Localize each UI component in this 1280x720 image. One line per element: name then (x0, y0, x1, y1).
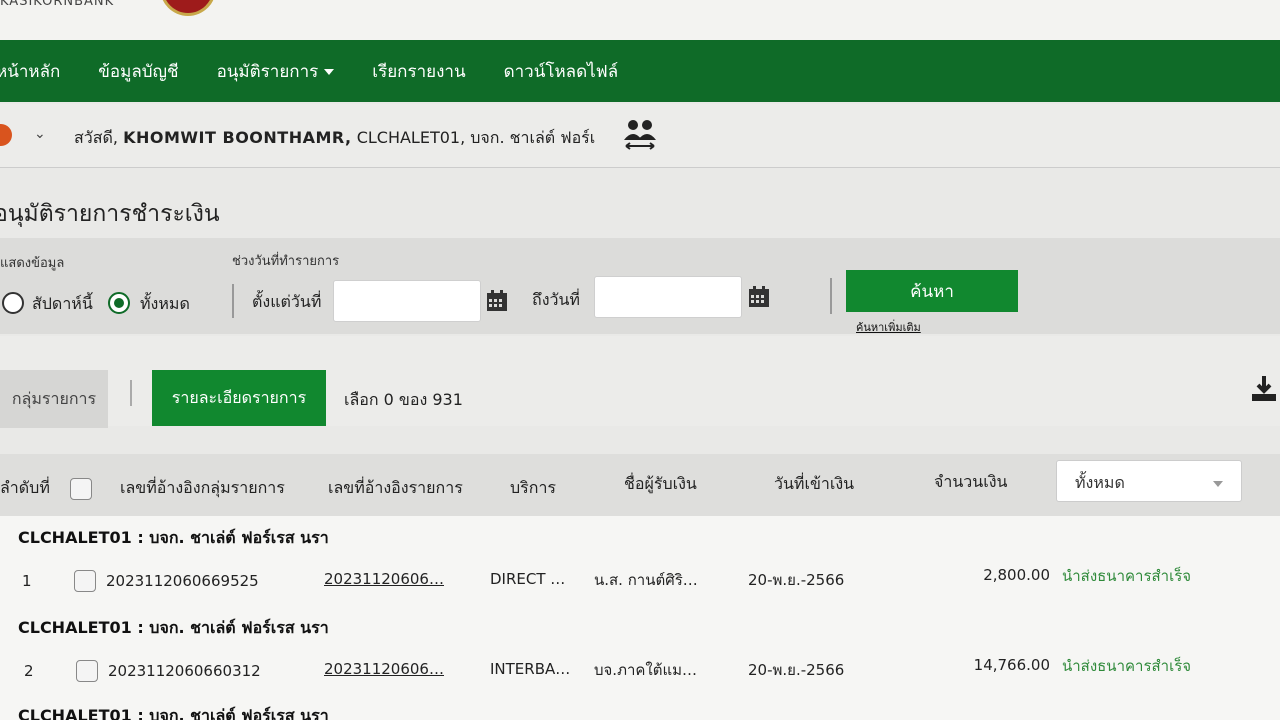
show-label: แสดงข้อมูล (0, 256, 65, 271)
row-seq: 2 (24, 662, 34, 680)
row-checkbox[interactable] (74, 570, 96, 592)
row-checkbox[interactable] (76, 660, 98, 682)
caret-down-icon (324, 68, 335, 75)
col-date: วันที่เข้าเงิน (774, 474, 855, 493)
company-name: CLCHALET01, บจก. ชาเล่ต์ ฟอร์เ (356, 128, 596, 147)
tab-group-list[interactable]: กลุ่มรายการ (0, 370, 108, 428)
row-group-ref: 2023112060669525 (106, 572, 259, 590)
user-avatar-icon[interactable] (0, 124, 12, 146)
row-txn-ref-link[interactable]: 20231120606… (324, 570, 444, 588)
to-date-input[interactable] (594, 276, 742, 318)
table-header: ลำดับที่ เลขที่อ้างอิงกลุ่มรายการ เลขที่… (0, 454, 1280, 516)
table-body: CLCHALET01 : บจก. ชาเล่ต์ ฟอร์เรส นรา 1 … (0, 516, 1280, 720)
row-service: INTERBA… (490, 660, 571, 678)
row-txn-ref-link[interactable]: 20231120606… (324, 660, 444, 678)
switch-company-icon[interactable] (622, 118, 658, 152)
top-bar: KASIKORNBANK (0, 0, 1280, 40)
col-service: บริการ (510, 478, 557, 497)
page-title: อนุมัติรายการชำระเงิน (0, 201, 220, 227)
tab-transaction-detail[interactable]: รายละเอียดรายการ (152, 370, 326, 426)
user-bar: ⌄ สวัสดี, KHOMWIT BOONTHAMR, CLCHALET01,… (0, 104, 1280, 168)
nav-reports[interactable]: เรียกรายงาน (372, 58, 465, 85)
radio-this-week-label: สัปดาห์นี้ (32, 294, 93, 313)
group-title: CLCHALET01 : บจก. ชาเล่ต์ ฟอร์เรส นรา (18, 528, 329, 547)
main-nav: หน้าหลัก ข้อมูลบัญชี อนุมัติรายการ เรียก… (0, 40, 1280, 102)
download-icon[interactable] (1250, 374, 1278, 402)
calendar-icon[interactable] (486, 290, 508, 312)
radio-all[interactable] (108, 292, 130, 314)
radio-all-label: ทั้งหมด (140, 294, 190, 313)
row-status: นำส่งธนาคารสำเร็จ (1062, 567, 1192, 585)
nav-download[interactable]: ดาวน์โหลดไฟล์ (504, 58, 619, 85)
view-tabs: กลุ่มรายการ รายละเอียดรายการ เลือก 0 ของ… (0, 336, 1280, 428)
row-date: 20-พ.ย.-2566 (748, 661, 845, 679)
search-button[interactable]: ค้นหา (846, 270, 1018, 312)
row-payee: น.ส. กานต์ศิริ… (594, 571, 698, 589)
filter-divider (232, 284, 234, 318)
row-date: 20-พ.ย.-2566 (748, 571, 845, 589)
calendar-icon[interactable] (748, 286, 770, 308)
user-name: KHOMWIT BOONTHAMR, (123, 128, 352, 147)
chevron-down-icon[interactable]: ⌄ (34, 126, 46, 142)
nav-approve-label: อนุมัติรายการ (216, 61, 319, 82)
nav-approve[interactable]: อนุมัติรายการ (217, 58, 335, 85)
greeting-prefix: สวัสดี, (74, 128, 118, 147)
col-payee: ชื่อผู้รับเงิน (624, 474, 697, 493)
select-all-checkbox[interactable] (70, 478, 92, 500)
row-service: DIRECT … (490, 570, 566, 588)
from-date-input[interactable] (333, 280, 481, 322)
row-amount: 2,800.00 (983, 566, 1050, 584)
to-date-label: ถึงวันที่ (532, 290, 580, 309)
date-range-label: ช่วงวันที่ทำรายการ (232, 254, 340, 269)
col-txn-ref: เลขที่อ้างอิงรายการ (328, 478, 463, 497)
filter-divider (830, 278, 832, 314)
nav-account-info[interactable]: ข้อมูลบัญชี (98, 58, 178, 85)
group-title: CLCHALET01 : บจก. ชาเล่ต์ ฟอร์เรส นรา (18, 618, 329, 637)
bank-logo-icon[interactable] (160, 0, 216, 16)
group-title: CLCHALET01 : บจก. ชาเล่ต์ ฟอร์เรส นรา (18, 706, 329, 720)
user-greeting: สวัสดี, KHOMWIT BOONTHAMR, CLCHALET01, บ… (74, 126, 595, 151)
filter-panel: แสดงข้อมูล ช่วงวันที่ทำรายการ สัปดาห์นี้… (0, 238, 1280, 334)
row-status: นำส่งธนาคารสำเร็จ (1062, 657, 1192, 675)
col-amount: จำนวนเงิน (934, 472, 1008, 491)
nav-home[interactable]: หน้าหลัก (0, 58, 60, 85)
brand-name: KASIKORNBANK (0, 0, 115, 9)
col-group-ref: เลขที่อ้างอิงกลุ่มรายการ (120, 478, 285, 497)
row-seq: 1 (22, 572, 32, 590)
radio-this-week[interactable] (2, 292, 24, 314)
row-amount: 14,766.00 (973, 656, 1050, 674)
advanced-search-link[interactable]: ค้นหาเพิ่มเติม (856, 318, 921, 336)
row-group-ref: 2023112060660312 (108, 662, 261, 680)
col-seq: ลำดับที่ (0, 478, 50, 497)
tab-divider (130, 380, 132, 406)
row-payee: บจ.ภาคใต้แม… (594, 661, 698, 679)
from-date-label: ตั้งแต่วันที่ (252, 292, 322, 311)
selected-count: เลือก 0 ของ 931 (344, 390, 463, 409)
status-filter-select[interactable]: ทั้งหมด (1056, 460, 1242, 502)
